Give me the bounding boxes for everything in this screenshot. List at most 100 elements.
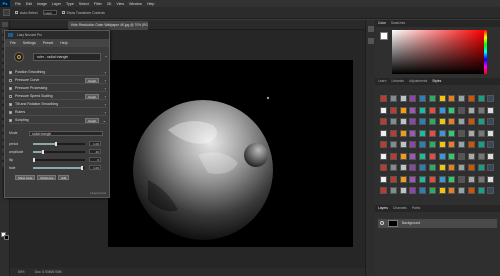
style-swatch[interactable] bbox=[380, 152, 387, 160]
style-swatch[interactable] bbox=[438, 187, 446, 195]
style-swatch[interactable] bbox=[458, 95, 465, 102]
style-swatch[interactable] bbox=[448, 141, 456, 149]
move-tool-icon[interactable] bbox=[3, 9, 10, 16]
chevron-down-icon[interactable]: ⌄ bbox=[104, 54, 108, 59]
saturation-brightness-field[interactable] bbox=[392, 30, 484, 74]
hue-slider[interactable] bbox=[484, 30, 487, 74]
tab-paths[interactable]: Paths bbox=[412, 205, 420, 212]
param-value-field[interactable]: 1.00 bbox=[89, 141, 101, 146]
style-swatch[interactable] bbox=[389, 152, 397, 160]
param-value-field[interactable]: 0 bbox=[89, 157, 101, 162]
style-swatch[interactable] bbox=[438, 141, 446, 149]
style-swatch[interactable] bbox=[428, 164, 436, 172]
style-swatch[interactable] bbox=[458, 152, 465, 160]
style-swatch[interactable] bbox=[467, 129, 475, 137]
style-swatch[interactable] bbox=[389, 141, 397, 149]
style-swatch[interactable] bbox=[399, 95, 407, 102]
tab-learn[interactable]: Learn bbox=[378, 78, 386, 85]
graph-button[interactable]: Graph bbox=[85, 78, 99, 83]
style-swatch[interactable] bbox=[419, 118, 426, 126]
history-panel-icon[interactable] bbox=[367, 26, 374, 32]
slider-handle[interactable] bbox=[33, 158, 35, 162]
checkbox-icon[interactable] bbox=[9, 103, 12, 106]
style-swatch[interactable] bbox=[409, 129, 417, 137]
style-swatch[interactable] bbox=[399, 164, 407, 172]
style-swatch[interactable] bbox=[380, 118, 387, 126]
style-swatch[interactable] bbox=[380, 106, 387, 114]
canvas[interactable] bbox=[108, 60, 353, 247]
chevron-right-icon[interactable]: › bbox=[105, 109, 106, 116]
style-swatch[interactable] bbox=[389, 95, 397, 102]
style-swatch[interactable] bbox=[477, 164, 485, 172]
style-swatch[interactable] bbox=[467, 95, 475, 102]
style-swatch[interactable] bbox=[428, 129, 436, 137]
style-swatch[interactable] bbox=[438, 152, 446, 160]
style-swatch[interactable] bbox=[467, 118, 475, 126]
style-swatch[interactable] bbox=[458, 141, 465, 149]
checkbox-icon[interactable] bbox=[9, 87, 12, 90]
menu-window[interactable]: Window bbox=[129, 2, 142, 6]
menu-3d[interactable]: 3D bbox=[107, 2, 112, 6]
menu-help[interactable]: Help bbox=[147, 2, 154, 6]
style-swatch[interactable] bbox=[428, 106, 436, 114]
style-swatch[interactable] bbox=[380, 141, 387, 149]
style-swatch[interactable] bbox=[428, 141, 436, 149]
menu-filter[interactable]: Filter bbox=[94, 2, 102, 6]
style-swatch[interactable] bbox=[467, 187, 475, 195]
checkbox-icon[interactable] bbox=[9, 95, 12, 98]
transform-controls-checkbox[interactable]: Show Transform Controls bbox=[61, 11, 105, 15]
style-swatch[interactable] bbox=[399, 175, 407, 183]
document-tab[interactable]: Hide Resolution Outer Wallpaper 4K.jpg @… bbox=[68, 21, 148, 30]
checkbox-icon[interactable] bbox=[9, 79, 12, 82]
param-value-field[interactable]: 40 bbox=[89, 149, 101, 154]
style-swatch[interactable] bbox=[428, 152, 436, 160]
row-pressure-curve[interactable]: Pressure Curve Graph › bbox=[9, 77, 107, 84]
style-swatch[interactable] bbox=[380, 95, 387, 102]
style-swatch[interactable] bbox=[389, 118, 397, 126]
zoom-level[interactable]: 50% bbox=[18, 270, 25, 274]
layer-row[interactable]: Background bbox=[378, 219, 497, 228]
style-swatch[interactable] bbox=[380, 129, 387, 137]
style-swatch[interactable] bbox=[487, 118, 495, 126]
menu-file[interactable]: File bbox=[15, 2, 21, 6]
style-swatch[interactable] bbox=[448, 175, 456, 183]
style-swatch[interactable] bbox=[399, 118, 407, 126]
tab-swatches[interactable]: Swatches bbox=[391, 20, 405, 27]
style-swatch[interactable] bbox=[380, 187, 387, 195]
style-swatch[interactable] bbox=[419, 106, 426, 114]
style-swatch[interactable] bbox=[438, 118, 446, 126]
style-swatch[interactable] bbox=[419, 152, 426, 160]
checkbox-icon[interactable] bbox=[9, 119, 12, 122]
style-swatch[interactable] bbox=[419, 141, 426, 149]
layer-dropdown[interactable]: Layer bbox=[42, 10, 57, 15]
style-swatch[interactable] bbox=[458, 106, 465, 114]
style-swatch[interactable] bbox=[477, 129, 485, 137]
style-swatch[interactable] bbox=[399, 187, 407, 195]
style-swatch[interactable] bbox=[458, 164, 465, 172]
style-swatch[interactable] bbox=[399, 106, 407, 114]
style-swatch[interactable] bbox=[438, 164, 446, 172]
style-swatch[interactable] bbox=[438, 129, 446, 137]
plugin-menu-file[interactable]: File bbox=[10, 41, 16, 45]
chevron-right-icon[interactable]: › bbox=[105, 85, 106, 92]
style-swatch[interactable] bbox=[399, 141, 407, 149]
style-swatch[interactable] bbox=[389, 187, 397, 195]
style-swatch[interactable] bbox=[438, 95, 446, 102]
style-swatch[interactable] bbox=[380, 175, 387, 183]
style-swatch[interactable] bbox=[467, 164, 475, 172]
visibility-eye-icon[interactable] bbox=[380, 221, 384, 225]
power-toggle-icon[interactable] bbox=[14, 52, 24, 62]
properties-panel-icon[interactable] bbox=[367, 38, 374, 44]
style-swatch[interactable] bbox=[487, 141, 495, 149]
style-swatch[interactable] bbox=[419, 187, 426, 195]
style-swatch[interactable] bbox=[487, 129, 495, 137]
style-swatch[interactable] bbox=[448, 118, 456, 126]
style-swatch[interactable] bbox=[389, 129, 397, 137]
preset-dropdown[interactable]: ruler - radial triangle bbox=[33, 53, 101, 61]
show-code-button[interactable]: Show Code bbox=[15, 175, 36, 180]
checkbox-icon[interactable] bbox=[9, 111, 12, 114]
style-swatch[interactable] bbox=[438, 175, 446, 183]
param-slider[interactable] bbox=[33, 150, 85, 154]
style-swatch[interactable] bbox=[419, 175, 426, 183]
style-swatch[interactable] bbox=[487, 164, 495, 172]
